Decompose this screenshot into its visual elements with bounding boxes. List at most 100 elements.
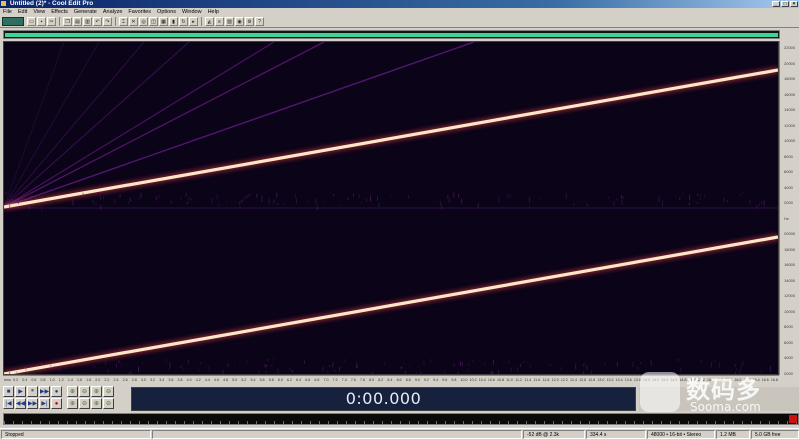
redo-icon[interactable]: ↷ — [103, 17, 112, 26]
loop-button[interactable]: ● — [51, 386, 62, 397]
minimize-button[interactable]: _ — [772, 1, 780, 7]
select-icon[interactable]: ⌶ — [119, 17, 128, 26]
noise-speck — [339, 366, 340, 372]
spectral-view[interactable] — [3, 41, 779, 375]
maximize-button[interactable]: □ — [781, 1, 789, 7]
time-tick-label: 11.0 — [506, 378, 513, 382]
menu-view[interactable]: View — [33, 9, 45, 15]
record-button[interactable]: ● — [51, 398, 62, 409]
window-title: Untitled (2)* - Cool Edit Pro — [9, 0, 94, 7]
go-to-start-button[interactable]: |◀ — [3, 398, 14, 409]
metronome-icon[interactable]: ◭ — [205, 17, 214, 26]
menu-effects[interactable]: Effects — [51, 9, 68, 15]
rewind-button[interactable]: ◀◀ — [15, 398, 26, 409]
noise-speck — [735, 371, 736, 374]
play-to-end-button[interactable]: ▶▶ — [39, 386, 50, 397]
help-icon[interactable]: ? — [255, 17, 264, 26]
frequency-tick-label: 2000 — [784, 371, 793, 376]
overview-bar[interactable] — [3, 30, 780, 39]
time-tick-label: 7.8 — [360, 378, 366, 382]
paste-icon[interactable]: ▤ — [73, 17, 82, 26]
zoom-in-vertical-icon[interactable]: ⊕ — [67, 398, 78, 409]
noise-speck — [59, 366, 61, 372]
noise-speck — [756, 205, 758, 209]
menu-file[interactable]: File — [3, 9, 12, 15]
noise-speck — [448, 198, 450, 203]
noise-speck — [415, 371, 417, 374]
cd-icon[interactable]: ◉ — [235, 17, 244, 26]
noise-speck — [758, 203, 760, 207]
save-icon[interactable]: ▪ — [37, 17, 46, 26]
go-to-end-button[interactable]: ▶| — [39, 398, 50, 409]
menu-generate[interactable]: Generate — [74, 9, 97, 15]
noise-speck — [749, 200, 751, 205]
zoom-full-icon[interactable]: ⊕ — [91, 386, 102, 397]
menu-help[interactable]: Help — [208, 9, 219, 15]
visible-range-indicator[interactable] — [5, 33, 778, 37]
hybrid-icon[interactable]: ✕ — [129, 17, 138, 26]
time-tick-label: 7.4 — [341, 378, 347, 382]
app-icon[interactable] — [1, 1, 6, 6]
time-tick-label: 3.6 — [168, 378, 174, 382]
noise-speck — [347, 197, 349, 200]
zoom-group-top: ⊕ ⊖ ⊕ ⊖ — [67, 386, 114, 397]
settings-icon[interactable]: ⚙ — [245, 17, 254, 26]
noise-speck — [41, 362, 43, 365]
stop-button[interactable]: ■ — [3, 386, 14, 397]
copy-icon[interactable]: ❐ — [63, 17, 72, 26]
play-button[interactable]: ▶ — [15, 386, 26, 397]
noise-speck — [92, 200, 94, 204]
time-tick-label: 1.8 — [86, 378, 92, 382]
open-icon[interactable]: ▭ — [27, 17, 36, 26]
level-meter[interactable] — [3, 413, 799, 425]
edit-view-icon[interactable]: ▨ — [225, 17, 234, 26]
noise-speck — [423, 360, 425, 365]
close-button[interactable]: × — [790, 1, 798, 7]
noise-speck — [100, 194, 101, 200]
scrub-icon[interactable]: ◫ — [149, 17, 158, 26]
zoom-left-icon[interactable]: ⊕ — [91, 398, 102, 409]
noise-speck — [340, 204, 342, 206]
noise-speck — [491, 371, 493, 374]
zoom-out-icon[interactable]: ⊖ — [79, 386, 90, 397]
zoom-icon[interactable]: ◎ — [139, 17, 148, 26]
noise-speck — [16, 198, 18, 204]
noise-speck — [493, 359, 494, 365]
time-tick-label: 13.4 — [615, 378, 623, 382]
menu-analyze[interactable]: Analyze — [103, 9, 123, 15]
marker-icon[interactable]: ▮ — [169, 17, 178, 26]
waveform-view-button[interactable] — [2, 17, 24, 26]
spectral-icon[interactable]: ▦ — [159, 17, 168, 26]
menu-favorites[interactable]: Favorites — [128, 9, 151, 15]
noise-speck — [378, 203, 380, 207]
noise-speck — [621, 195, 622, 199]
time-tick-label: 6.6 — [305, 378, 311, 382]
frequency-tick-label: 4000 — [784, 355, 793, 361]
loop-icon[interactable]: ↻ — [179, 17, 188, 26]
frequency-tick-label: 6000 — [784, 339, 793, 345]
noise-speck — [614, 205, 615, 207]
noise-speck — [211, 197, 213, 204]
noise-speck — [225, 201, 227, 203]
zoom-right-icon[interactable]: ⊖ — [103, 398, 114, 409]
noise-speck — [291, 370, 293, 373]
noise-speck — [549, 364, 551, 366]
noise-speck — [187, 359, 189, 364]
menu-window[interactable]: Window — [182, 9, 202, 15]
pause-button[interactable]: ⏸ — [27, 386, 38, 397]
fast-forward-button[interactable]: ▶▶ — [27, 398, 38, 409]
multitrack-icon[interactable]: ≡ — [215, 17, 224, 26]
cue-icon[interactable]: ▸ — [189, 17, 198, 26]
mix-paste-icon[interactable]: ▥ — [83, 17, 92, 26]
spectrogram-canvas[interactable] — [4, 42, 778, 374]
menu-options[interactable]: Options — [157, 9, 176, 15]
undo-icon[interactable]: ↶ — [93, 17, 102, 26]
cut-icon[interactable]: ✂ — [47, 17, 56, 26]
zoom-in-icon[interactable]: ⊕ — [67, 386, 78, 397]
noise-speck — [188, 197, 190, 201]
time-tick-label: 8.0 — [369, 378, 375, 382]
zoom-selection-icon[interactable]: ⊖ — [103, 386, 114, 397]
zoom-out-vertical-icon[interactable]: ⊖ — [79, 398, 90, 409]
menu-edit[interactable]: Edit — [18, 9, 27, 15]
clip-indicator[interactable] — [789, 415, 797, 423]
